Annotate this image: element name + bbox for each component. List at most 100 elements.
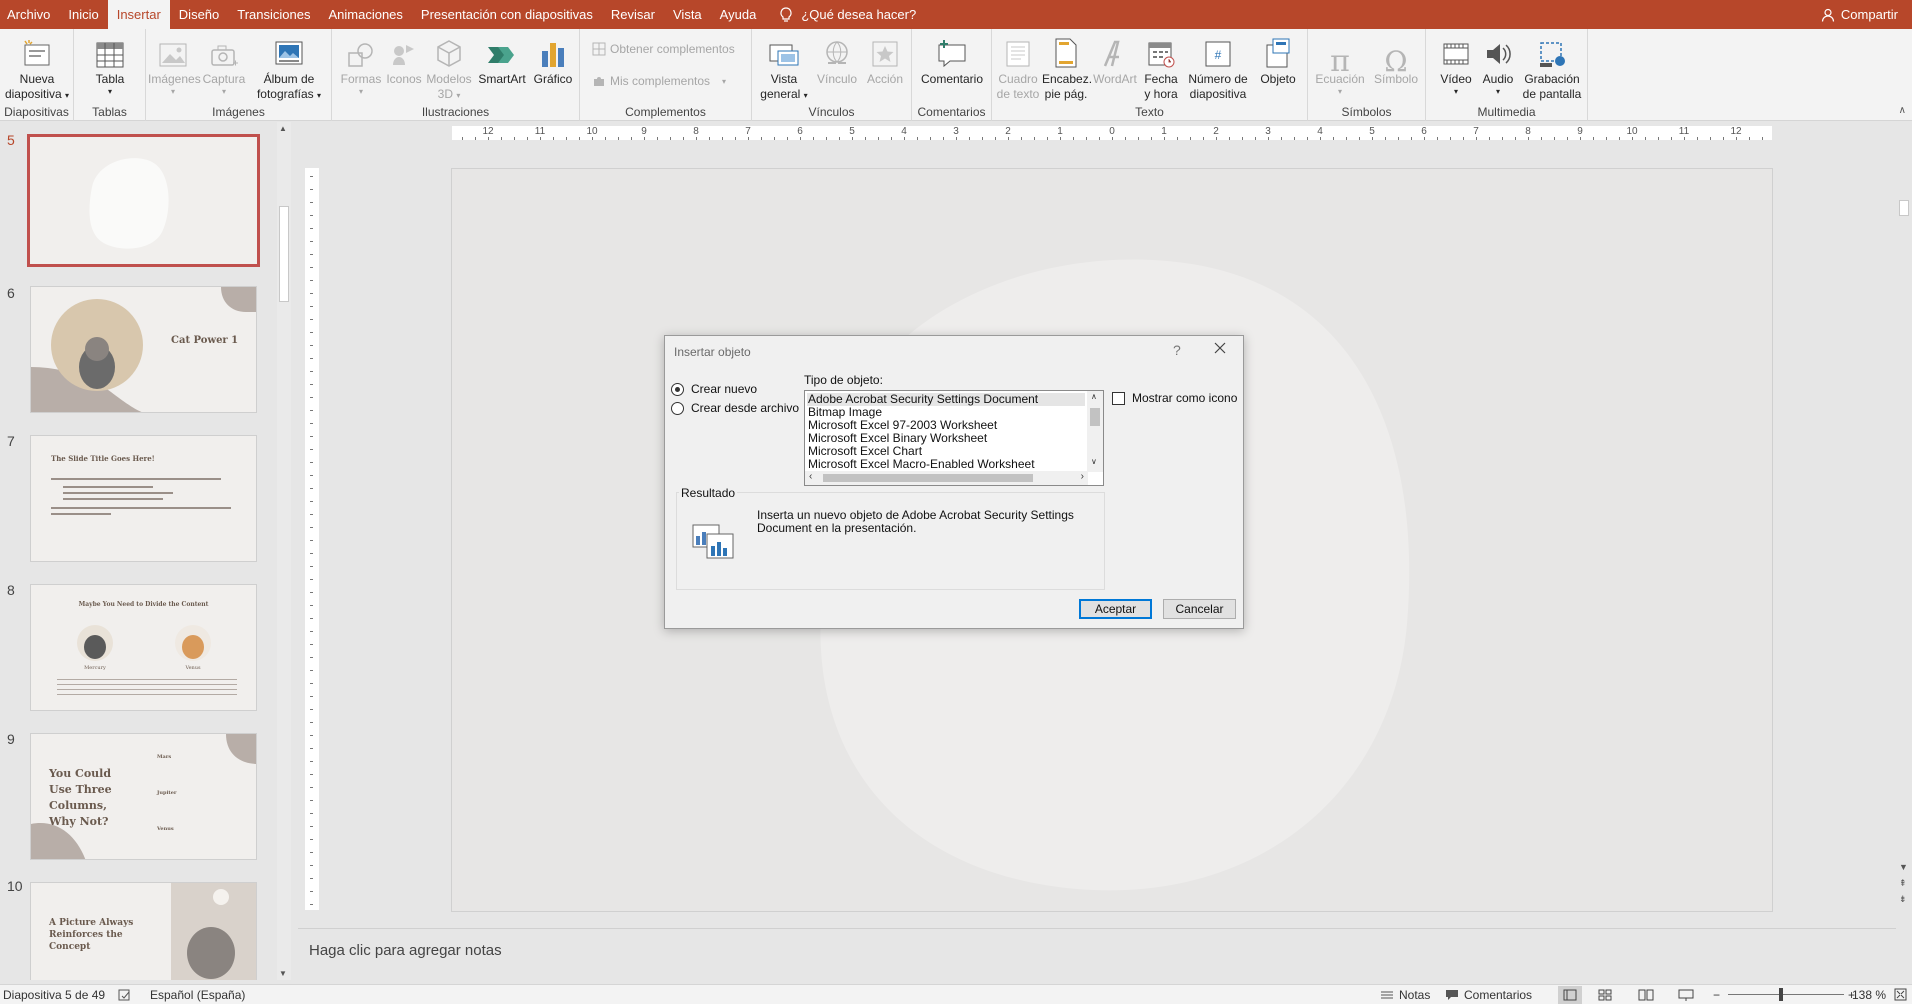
tab-presentacion[interactable]: Presentación con diapositivas (412, 0, 602, 29)
tab-animaciones[interactable]: Animaciones (319, 0, 411, 29)
radio-selected[interactable] (671, 382, 684, 396)
slide-thumbnail-8[interactable]: Maybe You Need to Divide the Content Mer… (30, 584, 257, 711)
tell-me-box[interactable]: ¿Qué desea hacer? (779, 6, 916, 23)
screen-recording-button[interactable]: Grabación de pantalla (1520, 33, 1584, 102)
scroll-up-icon[interactable]: ∧ (1091, 392, 1097, 401)
list-horizontal-scrollbar[interactable]: ‹ › (805, 471, 1088, 485)
fit-to-window-button[interactable] (1894, 988, 1907, 1001)
ruler-tick (995, 137, 996, 140)
tab-diseno[interactable]: Diseño (170, 0, 228, 29)
ruler-label: 5 (849, 126, 855, 137)
tab-insertar[interactable]: Insertar (107, 0, 170, 29)
slide-number: 8 (7, 582, 15, 598)
tab-transiciones[interactable]: Transiciones (228, 0, 319, 29)
my-addins-button[interactable]: Mis complementos ▾ (592, 74, 726, 88)
tab-vista[interactable]: Vista (664, 0, 711, 29)
ruler-label: 12 (1730, 126, 1742, 137)
ruler-tick (310, 787, 313, 788)
wordart-button[interactable]: WordArt (1092, 33, 1138, 87)
object-button[interactable]: Objeto (1254, 33, 1302, 87)
reading-view-button[interactable] (1638, 989, 1654, 1001)
scrollbar-thumb[interactable] (279, 206, 289, 302)
spelling-icon[interactable] (118, 988, 132, 1002)
slide-thumbnail-6[interactable]: Cat Power 1 (30, 286, 257, 413)
share-button[interactable]: Compartir (1821, 0, 1898, 29)
normal-view-button[interactable] (1558, 985, 1582, 1004)
tab-inicio[interactable]: Inicio (59, 0, 107, 29)
tab-revisar[interactable]: Revisar (602, 0, 664, 29)
slideshow-view-button[interactable] (1678, 989, 1694, 1001)
screenshot-button[interactable]: Captura ▾ (200, 33, 248, 96)
slide-thumbnail-5[interactable] (27, 134, 260, 267)
slide-number: 7 (7, 433, 15, 449)
notes-toggle-button[interactable]: Notas (1380, 988, 1430, 1002)
zoom-out-button[interactable]: − (1713, 988, 1720, 1002)
cancel-button[interactable]: Cancelar (1163, 599, 1236, 619)
zoom-level[interactable]: 138 % (1852, 988, 1886, 1002)
close-button[interactable] (1213, 341, 1227, 358)
comment-button[interactable]: Comentario (918, 33, 986, 87)
omega-icon: Ω (1384, 45, 1408, 78)
next-slide-icon[interactable]: ⇟ (1899, 894, 1907, 905)
link-button[interactable]: Vínculo (814, 33, 860, 87)
create-new-radio[interactable]: Crear nuevo (671, 382, 757, 396)
table-button[interactable]: Tabla ▾ (82, 33, 138, 96)
slide-thumbnail-9[interactable]: You Could Use Three Columns, Why Not? Ma… (30, 733, 257, 860)
shapes-button[interactable]: Formas ▾ (340, 33, 382, 96)
list-item[interactable]: Microsoft Excel Macro-Enabled Worksheet (807, 458, 1035, 471)
radio-unselected[interactable] (671, 401, 684, 415)
icons-button[interactable]: Iconos (384, 33, 424, 87)
scrollbar-thumb[interactable] (1899, 200, 1909, 216)
tab-archivo[interactable]: Archivo (0, 0, 59, 29)
zoom-slider-thumb[interactable] (1779, 988, 1783, 1001)
create-from-file-radio[interactable]: Crear desde archivo (671, 401, 799, 415)
new-slide-button[interactable]: Nueva diapositiva ▾ (2, 33, 72, 102)
symbol-button[interactable]: Ω Símbolo (1370, 33, 1422, 87)
list-vertical-scrollbar[interactable]: ∧ ∨ (1087, 391, 1103, 472)
collapse-ribbon-button[interactable]: ∧ (1899, 105, 1906, 116)
zoom-slider[interactable] (1728, 994, 1844, 995)
textbox-button[interactable]: Cuadro de texto (996, 33, 1040, 102)
comments-toggle-button[interactable]: Comentarios (1445, 988, 1532, 1002)
slide-sorter-view-button[interactable] (1598, 989, 1612, 1001)
scroll-up-icon[interactable]: ▲ (279, 124, 287, 133)
ok-button[interactable]: Aceptar (1079, 599, 1152, 619)
scroll-right-icon[interactable]: › (1081, 471, 1084, 482)
checkbox-box[interactable] (1112, 391, 1125, 405)
images-button[interactable]: Imágenes ▾ (148, 33, 201, 96)
smartart-button[interactable]: SmartArt (476, 33, 528, 87)
date-time-button[interactable]: Fecha y hora (1138, 33, 1184, 102)
scroll-down-icon[interactable]: ▼ (1899, 862, 1908, 872)
scroll-down-icon[interactable]: ▼ (279, 969, 287, 978)
comment-icon (938, 40, 966, 68)
chart-button[interactable]: Gráfico (530, 33, 576, 87)
action-button[interactable]: Acción (862, 33, 908, 87)
display-as-icon-checkbox[interactable]: Mostrar como icono (1112, 391, 1237, 405)
editor-scrollbar[interactable]: ▼ ⇞ ⇟ (1896, 122, 1912, 912)
slides-scrollbar[interactable]: ▲ ▼ (277, 122, 291, 980)
object-type-list[interactable]: Adobe Acrobat Security Settings Document… (804, 390, 1104, 486)
help-button[interactable]: ? (1173, 342, 1181, 358)
tab-ayuda[interactable]: Ayuda (711, 0, 766, 29)
slide-thumbnail-10[interactable]: A Picture Always Reinforces the Concept (30, 882, 257, 980)
notes-pane[interactable]: Haga clic para agregar notas (298, 928, 1896, 980)
ruler-tick (475, 137, 476, 140)
scrollbar-thumb[interactable] (823, 474, 1033, 482)
previous-slide-icon[interactable]: ⇞ (1899, 878, 1907, 889)
ruler-tick (1723, 137, 1724, 140)
ruler-label: 10 (1626, 126, 1638, 137)
scrollbar-thumb[interactable] (1090, 408, 1100, 426)
slide-number-button[interactable]: # Número de diapositiva (1184, 33, 1252, 102)
language-status[interactable]: Español (España) (150, 988, 245, 1002)
audio-button[interactable]: Audio ▾ (1478, 33, 1518, 96)
slide-thumbnail-7[interactable]: The Slide Title Goes Here! (30, 435, 257, 562)
equation-button[interactable]: π Ecuación ▾ (1312, 33, 1368, 97)
photo-album-button[interactable]: Álbum de fotografías ▾ (250, 33, 328, 103)
scroll-down-icon[interactable]: ∨ (1091, 457, 1097, 466)
scroll-left-icon[interactable]: ‹ (809, 471, 812, 482)
header-footer-button[interactable]: Encabez. pie pág. (1042, 33, 1092, 102)
video-button[interactable]: Vídeo ▾ (1436, 33, 1476, 96)
3d-models-button[interactable]: Modelos 3D ▾ (426, 33, 472, 103)
zoom-button[interactable]: Vista general ▾ (756, 33, 812, 103)
get-addins-button[interactable]: Obtener complementos (592, 42, 735, 56)
